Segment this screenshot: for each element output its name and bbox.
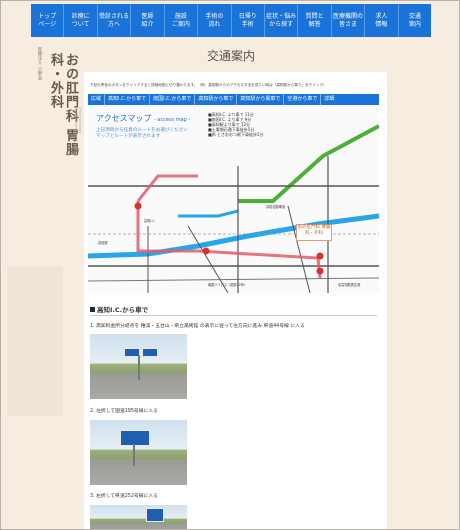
label-airport: 至高知龍馬空港 xyxy=(338,283,361,287)
nav-treatment[interactable]: 診療に ついて xyxy=(64,4,98,37)
main-content: 下記の青色のボタンをクリックすると詳細地図に切り替わります。（例：高知駅からのア… xyxy=(84,72,387,529)
label-kochi-station: 高知駅 xyxy=(98,241,108,245)
tab-airport-car[interactable]: 空港から車で xyxy=(284,94,322,105)
nav-surgery-flow[interactable]: 手術の 流れ xyxy=(198,4,232,37)
access-map: アクセスマップ - access map - 上記項目から任意のルートをお選びく… xyxy=(88,106,379,293)
left-decoration xyxy=(7,266,63,416)
global-nav: トップ ページ 診療に ついて 受診される 方へ 医師 紹介 施設 ご案内 手術… xyxy=(31,4,431,37)
step-1-photo xyxy=(90,334,187,399)
nav-day-surgery[interactable]: 日帰り 手術 xyxy=(232,4,265,37)
nav-faq[interactable]: 質問と 解答 xyxy=(298,4,332,37)
access-map-title: アクセスマップ - access map - xyxy=(96,114,191,123)
nav-patients[interactable]: 受診される 方へ xyxy=(98,4,132,37)
sign-pole xyxy=(138,355,140,380)
label-ic: 高知I.C. xyxy=(144,219,156,223)
section-divider xyxy=(90,315,377,316)
nav-top[interactable]: トップ ページ xyxy=(31,4,65,37)
access-time-list: ■高知I.C. より車で 11分 ■南国I.C. より車で 9分 ■高知駅より車… xyxy=(208,112,264,137)
nav-doctor[interactable]: 医師 紹介 xyxy=(131,4,165,37)
road-sign xyxy=(142,348,158,357)
road-sign xyxy=(120,430,150,446)
nav-medical[interactable]: 医療機関の 皆さま xyxy=(332,4,366,37)
tab-kochi-station-train[interactable]: 高知駅から電車で xyxy=(237,94,285,105)
heading-bullet-icon xyxy=(90,307,95,312)
step-1-text: 1. 高知料金所分岐点を 稚渓・五台山・県立美術館 の表示に従って左方向に進み … xyxy=(90,324,305,329)
page-title: 交通案内 xyxy=(206,49,255,63)
tab-wide[interactable]: 広域 xyxy=(88,94,106,105)
nav-access[interactable]: 交通 案内 xyxy=(399,4,431,37)
label-bypass: 南国バイパス（国道32号） xyxy=(208,283,248,287)
route-tabs: 広域 高知I.C.から車で 南国I.C.から車で 高知駅から車で 高知駅から電車… xyxy=(88,94,379,105)
logo-sub: Ono Proctology Gastroenterology & Surger… xyxy=(74,107,82,157)
access-map-desc: 上記項目から任意のルートをお選びください マップとルートが表示されます xyxy=(96,128,188,139)
step-3-text: 3. 右折して県道252号線に入る xyxy=(90,494,158,499)
clinic-marker: おの肛門科 胃腸科・外科 xyxy=(296,224,332,241)
nav-recruit[interactable]: 求人 情報 xyxy=(365,4,399,37)
sign-pole xyxy=(133,444,135,466)
step-3-photo xyxy=(90,505,187,529)
page-frame: トップ ページ 診療に ついて 受診される 方へ 医師 紹介 施設 ご案内 手術… xyxy=(0,0,460,530)
nav-symptoms[interactable]: 症状・悩み から探す xyxy=(265,4,299,37)
section-heading: 高知I.C.から車で xyxy=(90,304,148,314)
tab-detail[interactable]: 詳細 xyxy=(321,94,337,105)
road-sign xyxy=(146,508,164,522)
label-highway: 高知自動車道 xyxy=(266,205,286,209)
tab-kochi-station-car[interactable]: 高知駅から車で xyxy=(195,94,238,105)
nav-facility[interactable]: 施設 ご案内 xyxy=(165,4,199,37)
tab-kochi-ic[interactable]: 高知I.C.から車で xyxy=(105,94,151,105)
step-2-photo xyxy=(90,420,187,485)
instruction-note: 下記の青色のボタンをクリックすると詳細地図に切り替わります。（例：高知駅からのア… xyxy=(90,83,327,87)
tab-nankoku-ic[interactable]: 南国I.C.から車で xyxy=(150,94,196,105)
step-2-text: 2. 左折して国道195号線に入る xyxy=(90,409,158,414)
